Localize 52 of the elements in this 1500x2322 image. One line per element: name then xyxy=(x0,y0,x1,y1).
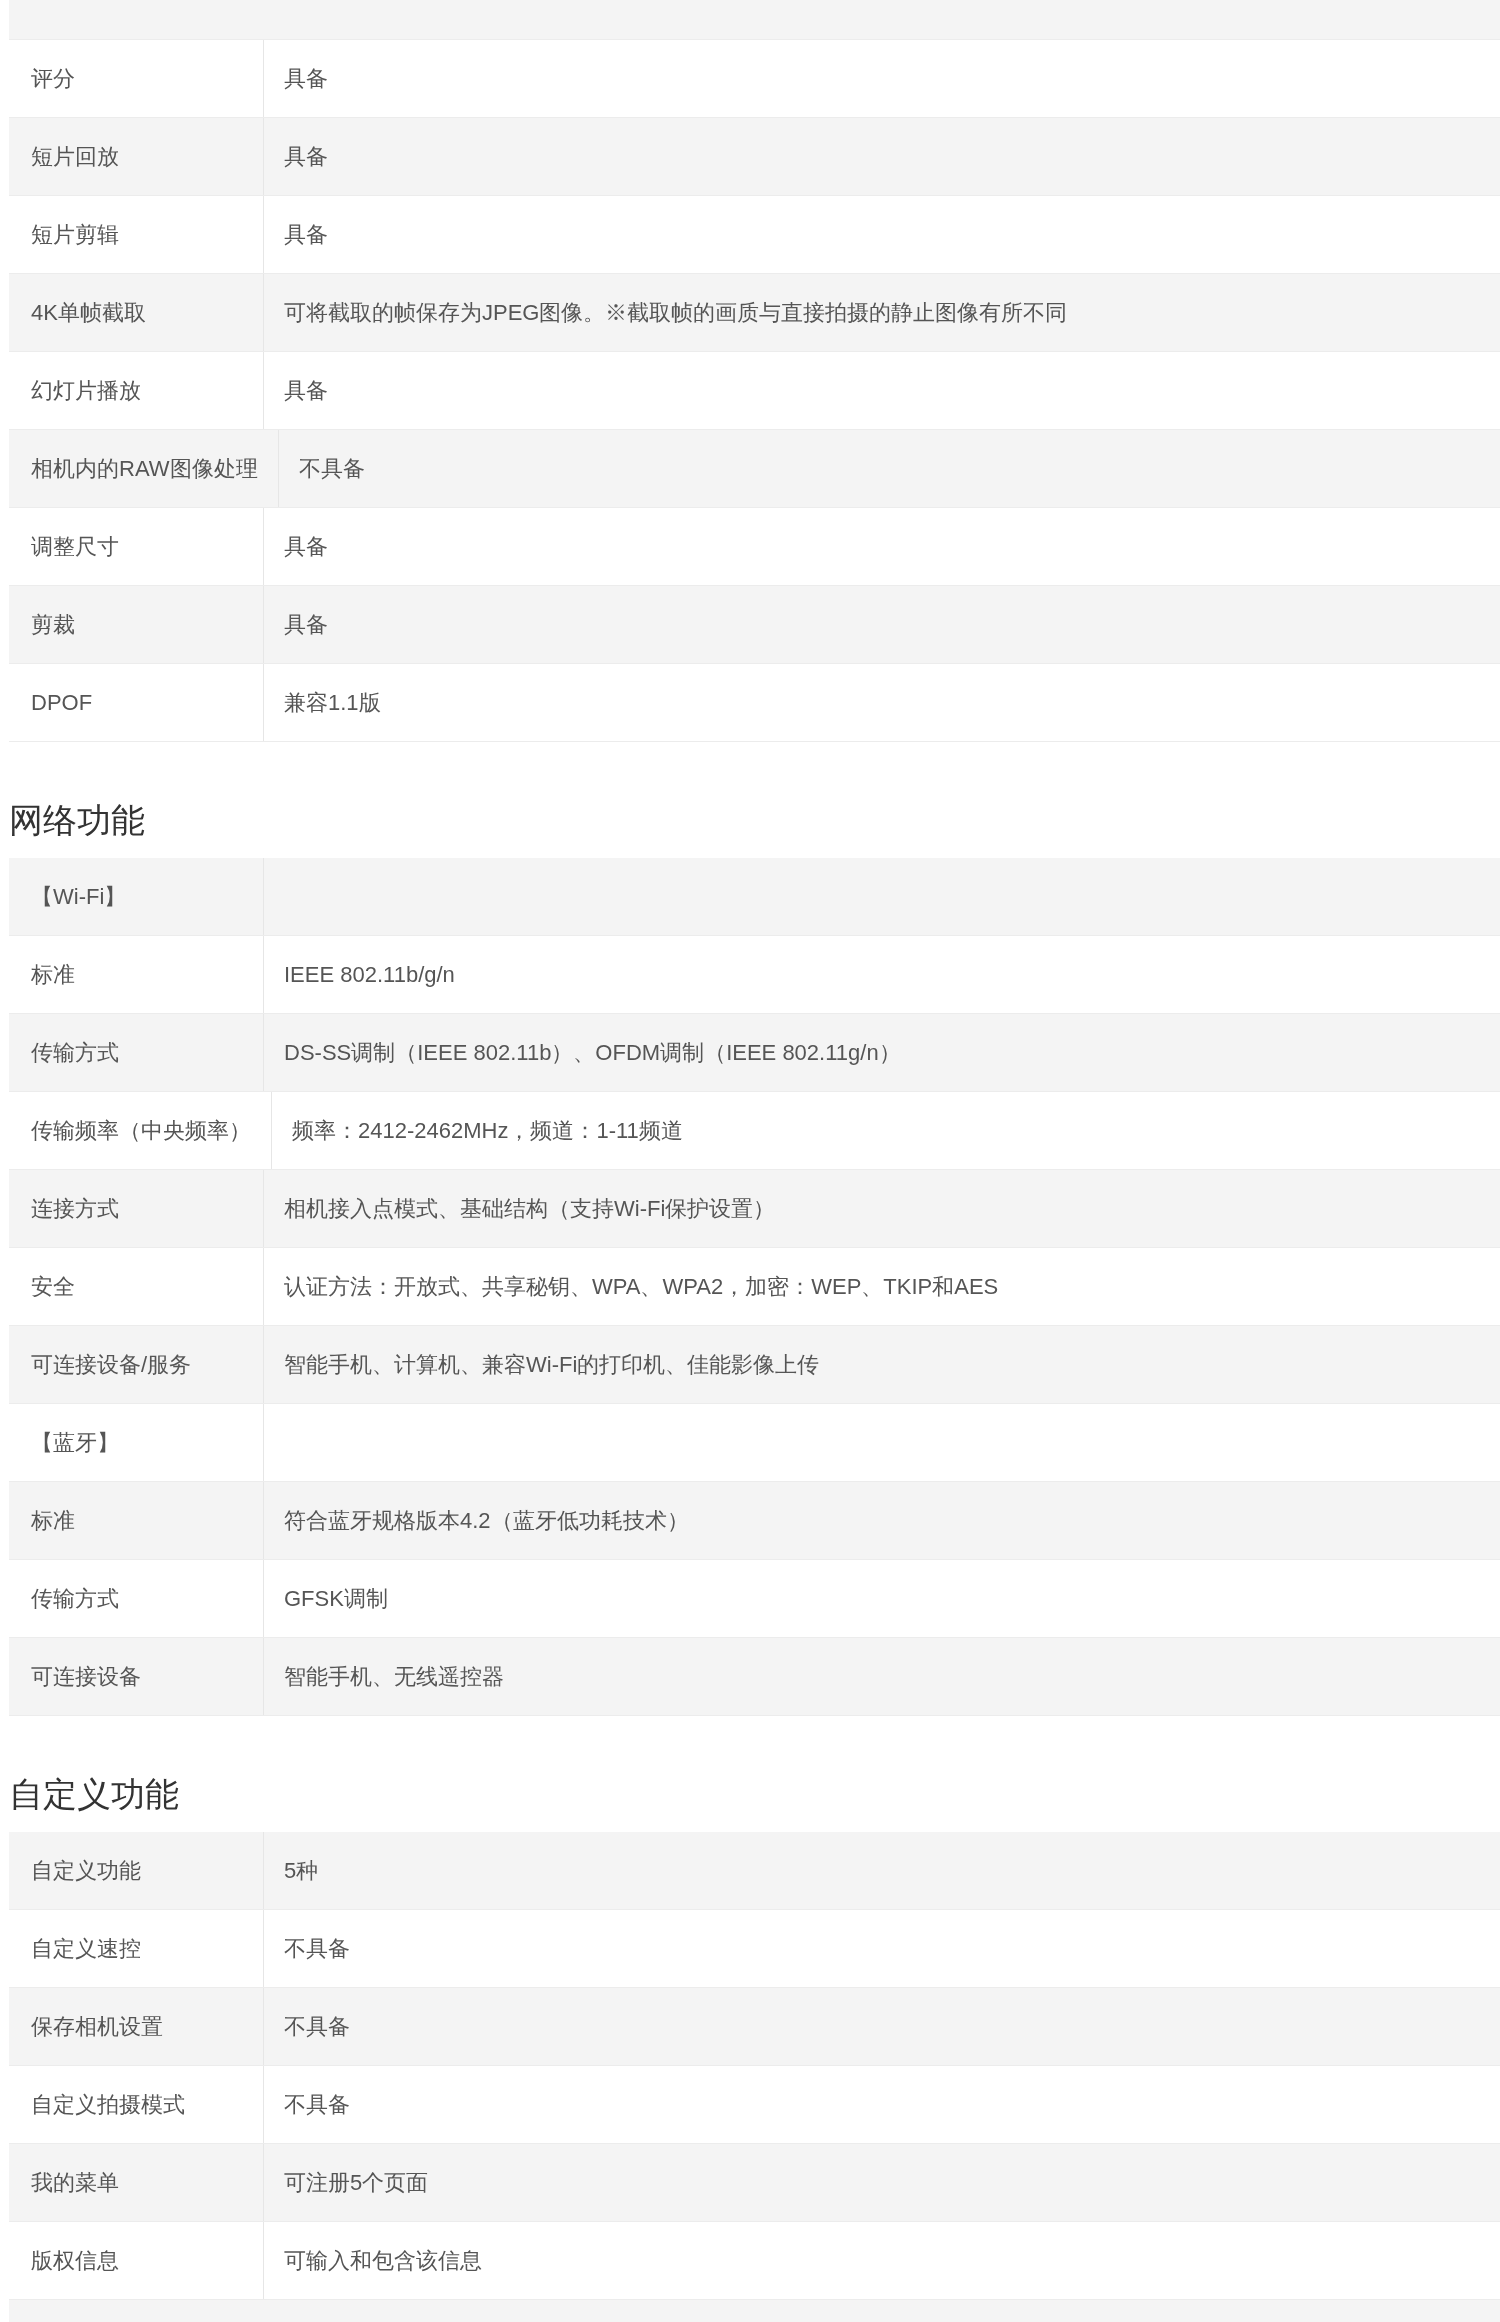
spec-label: 相机内的RAW图像处理 xyxy=(31,455,258,483)
spec-label: 保存相机设置 xyxy=(31,2013,163,2041)
spec-label: 标准 xyxy=(31,1507,75,1535)
spec-label: 短片剪辑 xyxy=(31,221,119,249)
spec-label: 短片回放 xyxy=(31,143,119,171)
spec-value: 具备 xyxy=(284,143,328,171)
spec-value: 可将截取的帧保存为JPEG图像。※截取帧的画质与直接拍摄的静止图像有所不同 xyxy=(284,299,1068,327)
spec-label: 调整尺寸 xyxy=(31,533,119,561)
spec-value: 智能手机、计算机、兼容Wi-Fi的打印机、佳能影像上传 xyxy=(284,1351,820,1379)
spec-value: 可输入和包含该信息 xyxy=(284,2247,482,2275)
spec-value: 不具备 xyxy=(284,2013,350,2041)
spec-label: 版权信息 xyxy=(31,2247,119,2275)
spec-value: 不具备 xyxy=(284,1935,350,1963)
spec-label: 传输方式 xyxy=(31,1585,119,1613)
spec-value: 不具备 xyxy=(298,455,365,483)
spec-label: 传输方式 xyxy=(31,1039,119,1067)
spec-value: 符合蓝牙规格版本4.2（蓝牙低功耗技术） xyxy=(284,1507,689,1535)
spec-label: 标准 xyxy=(31,961,75,989)
spec-label: 评分 xyxy=(31,65,75,93)
spec-value: 频率：2412-2462MHz，频道：1-11频道 xyxy=(292,1117,683,1145)
spec-label: 传输频率（中央频率） xyxy=(31,1117,251,1145)
spec-label: 安全 xyxy=(31,1273,75,1301)
spec-value: 不具备 xyxy=(284,2091,350,2119)
section-heading: 网络功能 xyxy=(9,800,145,841)
spec-label: 我的菜单 xyxy=(31,2169,119,2197)
spec-value: 具备 xyxy=(284,533,328,561)
spec-value: 具备 xyxy=(284,65,328,93)
spec-label: 【Wi-Fi】 xyxy=(31,883,127,911)
spec-label: 可连接设备/服务 xyxy=(31,1351,192,1379)
spec-label: 自定义拍摄模式 xyxy=(31,2091,185,2119)
spec-label: 4K单帧截取 xyxy=(31,299,146,327)
spec-value: 具备 xyxy=(284,611,328,639)
spec-value: 具备 xyxy=(284,377,328,405)
spec-value: GFSK调制 xyxy=(284,1585,388,1613)
spec-value: 认证方法：开放式、共享秘钥、WPA、WPA2，加密：WEP、TKIP和AES xyxy=(284,1273,999,1301)
spec-label: 可连接设备 xyxy=(31,1663,141,1691)
spec-value: 可注册5个页面 xyxy=(284,2169,429,2197)
spec-label: 连接方式 xyxy=(31,1195,119,1223)
spec-value: 智能手机、无线遥控器 xyxy=(284,1663,504,1691)
spec-label: 自定义速控 xyxy=(31,1935,141,1963)
spec-label: 幻灯片播放 xyxy=(31,377,141,405)
spec-value: 具备 xyxy=(284,221,328,249)
spec-value: IEEE 802.11b/g/n xyxy=(284,961,455,989)
spec-label: 自定义功能 xyxy=(31,1857,141,1885)
spec-value: 兼容1.1版 xyxy=(284,689,381,717)
spec-value: 5种 xyxy=(284,1857,319,1885)
spec-label: 【蓝牙】 xyxy=(31,1429,119,1457)
spec-value: 相机接入点模式、基础结构（支持Wi-Fi保护设置） xyxy=(284,1195,776,1223)
spec-label: 剪裁 xyxy=(31,611,75,639)
spec-label: DPOF xyxy=(31,689,93,717)
spec-value: DS-SS调制（IEEE 802.11b）、OFDM调制（IEEE 802.11g/n） xyxy=(284,1039,901,1067)
section-heading: 自定义功能 xyxy=(9,1774,179,1815)
